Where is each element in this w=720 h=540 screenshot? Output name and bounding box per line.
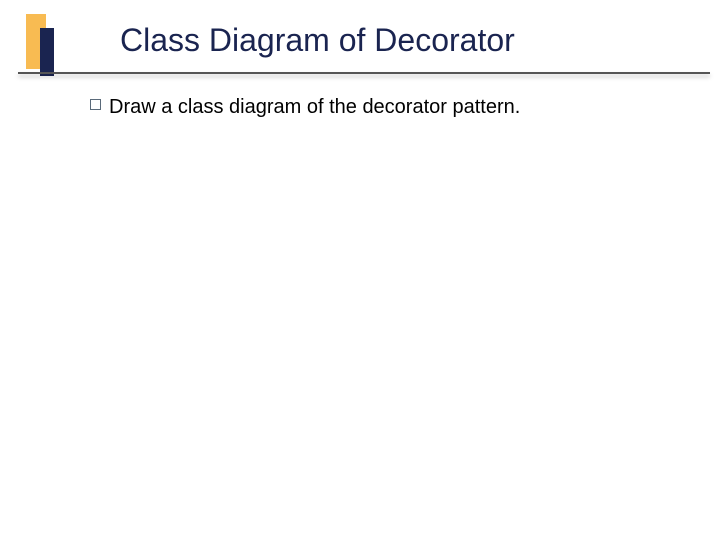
bullet-text: Draw a class diagram of the decorator pa… [109, 94, 520, 120]
title-decoration [26, 14, 54, 76]
title-underline [18, 72, 710, 74]
slide-title: Class Diagram of Decorator [120, 22, 515, 59]
slide: Class Diagram of Decorator Draw a class … [0, 0, 720, 540]
square-bullet-icon [90, 99, 101, 110]
slide-body: Draw a class diagram of the decorator pa… [90, 94, 700, 120]
bullet-item: Draw a class diagram of the decorator pa… [90, 94, 700, 120]
deco-navy-box [40, 28, 54, 76]
